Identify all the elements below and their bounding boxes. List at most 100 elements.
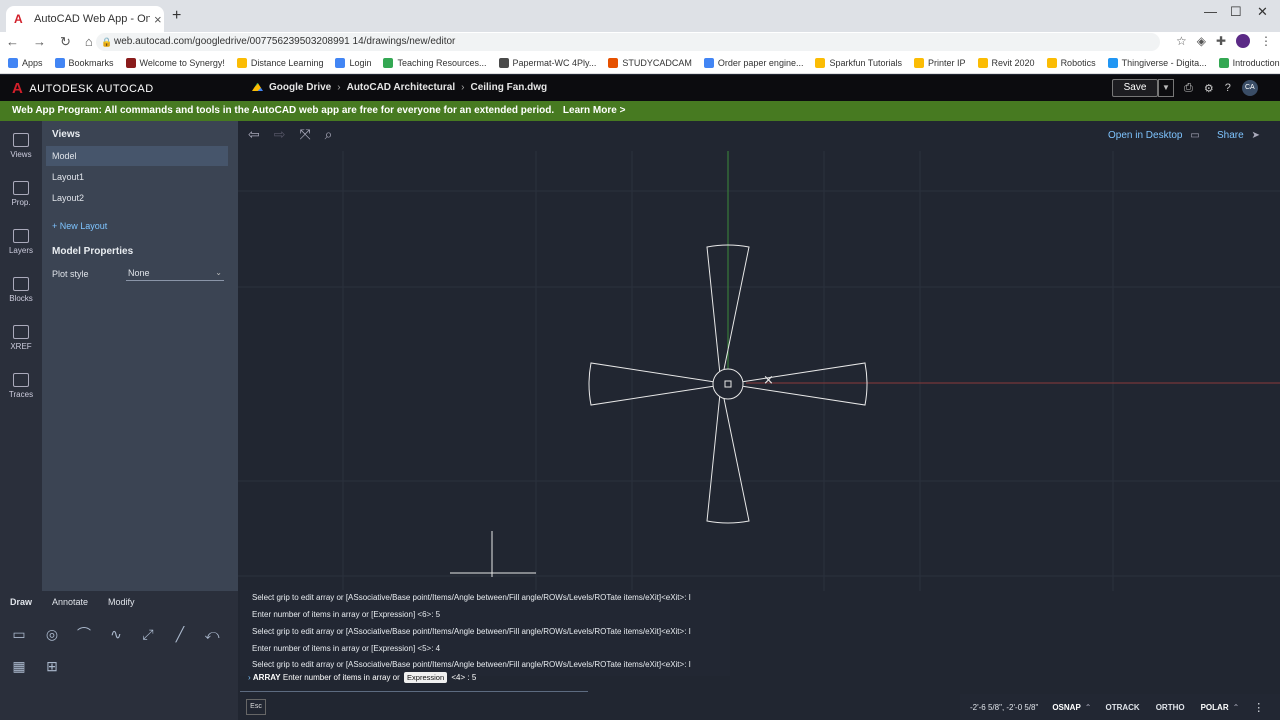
extension-icon[interactable]: ◈ bbox=[1197, 34, 1206, 48]
properties-icon bbox=[13, 181, 29, 195]
bookmark-item[interactable]: Teaching Resources... bbox=[383, 57, 487, 68]
otrack-toggle[interactable]: OTRACK bbox=[1105, 703, 1139, 712]
bookmark-item[interactable]: Thingiverse - Digita... bbox=[1107, 57, 1207, 68]
bookmark-item[interactable]: Distance Learning bbox=[236, 57, 323, 68]
view-layout1[interactable]: Layout1 bbox=[46, 167, 228, 187]
bookmark-item[interactable]: Bookmarks bbox=[54, 57, 114, 68]
bookmark-icon bbox=[236, 57, 247, 68]
bookmark-item[interactable]: Apps bbox=[8, 57, 43, 68]
tab-draw[interactable]: Draw bbox=[10, 597, 32, 607]
undo-icon[interactable]: ⇦ bbox=[248, 126, 260, 143]
coordinates-readout: -2'-6 5/8", -2'-0 5/8" bbox=[970, 702, 1039, 712]
more-icon[interactable]: ⋮ bbox=[1253, 701, 1264, 714]
back-icon[interactable]: ← bbox=[6, 34, 19, 50]
rail-blocks[interactable]: Blocks bbox=[0, 277, 42, 303]
command-history: Select grip to edit array or [ASsociativ… bbox=[240, 590, 730, 676]
crumb-folder[interactable]: AutoCAD Architectural bbox=[347, 82, 456, 93]
spline-tool-icon[interactable]: ∿ bbox=[108, 626, 124, 642]
print-icon[interactable]: ⎙ bbox=[1184, 82, 1193, 95]
browser-tab-strip: A AutoCAD Web App - Online CAD × + — ☐ ✕ bbox=[0, 0, 1280, 32]
polar-caret-icon[interactable]: ⌃ bbox=[1233, 703, 1240, 712]
bookmark-icon bbox=[1218, 57, 1229, 68]
bookmark-item[interactable]: Papermat-WC 4Ply... bbox=[498, 57, 596, 68]
array-tool-icon[interactable]: ⊞ bbox=[44, 658, 60, 674]
new-tab-icon[interactable]: + bbox=[172, 7, 181, 25]
line-tool-icon[interactable]: ╱ bbox=[172, 626, 188, 642]
star-icon[interactable]: ☆ bbox=[1176, 34, 1187, 48]
avatar[interactable]: CA bbox=[1241, 80, 1258, 96]
rail-views[interactable]: Views bbox=[0, 133, 42, 159]
crumb-google-drive[interactable]: Google Drive bbox=[269, 82, 331, 93]
blocks-icon bbox=[13, 277, 29, 291]
zoom-window-icon[interactable]: ⌕ bbox=[325, 126, 333, 143]
bookmark-item[interactable]: Sparkfun Tutorials bbox=[815, 57, 902, 68]
reload-icon[interactable]: ↻ bbox=[60, 34, 71, 50]
polar-toggle[interactable]: POLAR bbox=[1201, 703, 1229, 712]
close-tab-icon[interactable]: × bbox=[154, 12, 162, 27]
plot-style-select[interactable]: None ⌄ bbox=[126, 265, 224, 281]
menu-dots-icon[interactable]: ⋮ bbox=[1260, 34, 1272, 48]
plot-style-label: Plot style bbox=[52, 269, 89, 279]
osnap-caret-icon[interactable]: ⌃ bbox=[1085, 703, 1092, 712]
command-input[interactable]: › ARRAY Enter number of items in array o… bbox=[240, 672, 588, 692]
tab-annotate[interactable]: Annotate bbox=[52, 597, 88, 607]
rail-xref[interactable]: XREF bbox=[0, 325, 42, 351]
tab-modify[interactable]: Modify bbox=[108, 597, 135, 607]
zoom-extents-icon[interactable]: ⤧ bbox=[299, 126, 310, 143]
views-panel: Views Model Layout1 Layout2 + New Layout… bbox=[42, 121, 238, 591]
rail-layers[interactable]: Layers bbox=[0, 229, 42, 255]
bookmarks-bar: Apps Bookmarks Welcome to Synergy! Distance… bbox=[0, 52, 1280, 74]
learn-more-link[interactable]: Learn More > bbox=[563, 105, 626, 116]
polyline-tool-icon[interactable]: ⤺ bbox=[204, 626, 220, 642]
command-history-line: Select grip to edit array or [ASsociativ… bbox=[252, 593, 691, 602]
bookmark-icon bbox=[8, 57, 18, 68]
circle-tool-icon[interactable]: ◎ bbox=[44, 626, 60, 642]
hatch-tool-icon[interactable]: ▦ bbox=[11, 658, 27, 674]
forward-icon[interactable]: → bbox=[33, 34, 46, 50]
bookmark-item[interactable]: Printer IP bbox=[914, 57, 966, 68]
view-model[interactable]: Model bbox=[46, 146, 228, 166]
bookmark-icon bbox=[54, 57, 65, 68]
minimize-icon[interactable]: — bbox=[1204, 4, 1217, 19]
esc-button[interactable]: Esc bbox=[246, 699, 266, 715]
new-layout-button[interactable]: + New Layout bbox=[52, 221, 107, 231]
browser-tab[interactable]: A AutoCAD Web App - Online CAD × bbox=[6, 6, 164, 32]
url-field[interactable]: 🔒 web.autocad.com/googledrive/0077562395… bbox=[96, 33, 1160, 51]
close-window-icon[interactable]: ✕ bbox=[1257, 4, 1268, 20]
osnap-toggle[interactable]: OSNAP bbox=[1052, 703, 1080, 712]
bookmark-item[interactable]: Login bbox=[335, 57, 371, 68]
bookmark-item[interactable]: STUDYCADCAM bbox=[608, 57, 692, 68]
rectangle-tool-icon[interactable]: ▭ bbox=[11, 626, 27, 642]
browser-extensions: ☆ ◈ ✚ ⋮ bbox=[1176, 34, 1272, 48]
measure-tool-icon[interactable]: ⤢ bbox=[140, 626, 156, 642]
grip-x-marker: × bbox=[763, 373, 774, 388]
share-link[interactable]: Share ➤ bbox=[1217, 130, 1260, 141]
view-layout2[interactable]: Layout2 bbox=[46, 188, 228, 208]
gear-icon[interactable]: ⚙ bbox=[1204, 82, 1214, 95]
open-in-desktop-link[interactable]: Open in Desktop ▭ bbox=[1108, 130, 1200, 141]
bookmark-icon bbox=[914, 57, 925, 68]
arc-tool-icon[interactable]: ⌒ bbox=[76, 626, 92, 642]
tab-title: AutoCAD Web App - Online CAD bbox=[34, 13, 150, 25]
puzzle-icon[interactable]: ✚ bbox=[1216, 34, 1226, 48]
bookmark-item[interactable]: Robotics bbox=[1046, 57, 1096, 68]
profile-avatar[interactable] bbox=[1236, 34, 1250, 48]
bookmark-item[interactable]: Welcome to Synergy! bbox=[125, 57, 225, 68]
bookmark-icon bbox=[977, 57, 988, 68]
ortho-toggle[interactable]: ORTHO bbox=[1156, 703, 1185, 712]
maximize-icon[interactable]: ☐ bbox=[1230, 4, 1242, 20]
bookmark-item[interactable]: Revit 2020 bbox=[977, 57, 1035, 68]
crosshair-cursor bbox=[450, 531, 536, 577]
bookmark-item[interactable]: Order paper engine... bbox=[703, 57, 803, 68]
home-icon[interactable]: ⌂ bbox=[85, 34, 93, 50]
monitor-icon: ▭ bbox=[1190, 130, 1200, 141]
rail-traces[interactable]: Traces bbox=[0, 373, 42, 399]
rail-properties[interactable]: Prop. bbox=[0, 181, 42, 207]
redo-icon[interactable]: ⇨ bbox=[274, 126, 286, 143]
bookmark-item[interactable]: Introduction to CA... bbox=[1218, 57, 1280, 68]
help-icon[interactable]: ? bbox=[1225, 82, 1231, 94]
status-bar: -2'-6 5/8", -2'-0 5/8" OSNAP ⌃ OTRACK OR… bbox=[960, 694, 1280, 720]
save-button[interactable]: Save bbox=[1112, 79, 1158, 97]
save-dropdown-icon[interactable]: ▼ bbox=[1158, 79, 1174, 97]
expression-option-button[interactable]: Expression bbox=[404, 672, 448, 683]
